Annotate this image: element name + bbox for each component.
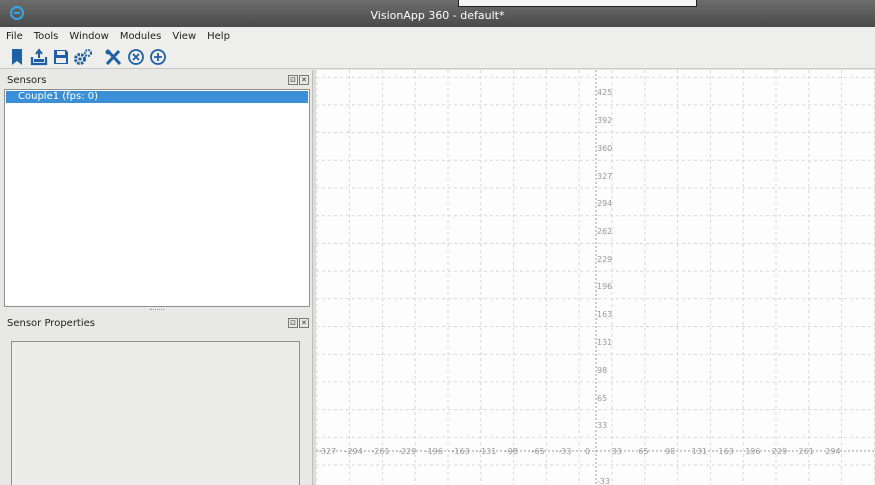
x-tick-label: -196 <box>425 447 443 456</box>
menu-window[interactable]: Window <box>69 31 108 42</box>
float-panel-icon[interactable]: ⊡ <box>288 318 298 328</box>
x-tick-label: 261 <box>799 447 814 456</box>
y-tick-label: 425 <box>597 88 612 97</box>
save-button[interactable] <box>51 47 71 67</box>
toolbar <box>0 45 875 69</box>
x-tick-label: 229 <box>772 447 787 456</box>
sensors-panel-title: Sensors <box>7 74 47 86</box>
settings-button[interactable] <box>73 47 93 67</box>
x-tick-label: -327 <box>318 447 336 456</box>
properties-panel-header: Sensor Properties ⊡ ✕ <box>0 315 312 331</box>
x-tick-label: -294 <box>345 447 363 456</box>
x-tick-label: 33 <box>612 447 622 456</box>
x-tick-label: 0 <box>585 447 590 456</box>
x-tick-label: -131 <box>478 447 496 456</box>
menu-bar: File Tools Window Modules View Help <box>0 27 875 45</box>
export-button[interactable] <box>29 47 49 67</box>
plot-canvas[interactable]: -327 -294 -261 -229 -196 -163 -131 -98 -65 -33 0 33… <box>316 70 875 485</box>
close-panel-icon[interactable]: ✕ <box>299 75 309 85</box>
y-tick-label: 229 <box>597 255 612 264</box>
x-tick-label: 196 <box>745 447 760 456</box>
x-tick-label: -229 <box>398 447 416 456</box>
sensor-item[interactable]: Couple1 (fps: 0) <box>6 91 308 103</box>
x-tick-label: 65 <box>638 447 648 456</box>
add-button[interactable] <box>148 47 168 67</box>
y-tick-label: 327 <box>597 172 612 181</box>
close-panel-icon[interactable]: ✕ <box>299 318 309 328</box>
menu-view[interactable]: View <box>172 31 196 42</box>
x-tick-label: 294 <box>825 447 840 456</box>
tools-icon <box>105 49 122 65</box>
tools-button[interactable] <box>104 47 124 67</box>
y-tick-label: 163 <box>597 310 612 319</box>
toolbar-separator <box>99 48 100 66</box>
y-tick-label: 131 <box>597 338 612 347</box>
y-tick-label: 360 <box>597 144 612 153</box>
window-title: VisionApp 360 - default* <box>370 9 505 22</box>
properties-panel-title: Sensor Properties <box>7 317 95 329</box>
y-tick-label: 392 <box>597 116 612 125</box>
x-tick-label: -163 <box>452 447 470 456</box>
new-button[interactable] <box>7 47 27 67</box>
x-tick-label: -98 <box>505 447 518 456</box>
title-bar: VisionApp 360 - default* <box>0 0 875 27</box>
y-tick-label: 196 <box>597 282 612 291</box>
remove-button[interactable] <box>126 47 146 67</box>
x-tick-label: 163 <box>719 447 734 456</box>
y-tick-label: 98 <box>597 366 607 375</box>
y-tick-label: 294 <box>597 199 612 208</box>
settings-icon <box>74 48 92 65</box>
remove-icon <box>128 48 144 65</box>
x-tick-label: -261 <box>371 447 389 456</box>
y-tick-label: -33 <box>597 477 610 485</box>
title-bar-notch <box>458 0 697 7</box>
float-panel-icon[interactable]: ⊡ <box>288 75 298 85</box>
panel-splitter-handle[interactable] <box>150 309 164 311</box>
plot-area[interactable]: -327 -294 -261 -229 -196 -163 -131 -98 -65 -33 0 33… <box>316 70 875 485</box>
sensor-properties-frame <box>11 341 300 485</box>
menu-modules[interactable]: Modules <box>120 31 162 42</box>
y-tick-label: 33 <box>597 421 607 430</box>
x-tick-label: -33 <box>558 447 571 456</box>
y-tick-label: 262 <box>597 227 612 236</box>
x-tick-label: 131 <box>692 447 707 456</box>
x-tick-label: -65 <box>532 447 545 456</box>
menu-help[interactable]: Help <box>207 31 230 42</box>
y-tick-label: 65 <box>597 394 607 403</box>
export-icon <box>30 47 48 65</box>
menu-tools[interactable]: Tools <box>34 31 59 42</box>
sensors-list[interactable]: Couple1 (fps: 0) <box>4 89 310 307</box>
save-icon <box>54 49 68 64</box>
menu-file[interactable]: File <box>6 31 23 42</box>
x-tick-label: 98 <box>665 447 675 456</box>
sensors-panel-header: Sensors ⊡ ✕ <box>0 72 312 88</box>
new-icon <box>12 48 22 65</box>
add-icon <box>150 48 166 65</box>
